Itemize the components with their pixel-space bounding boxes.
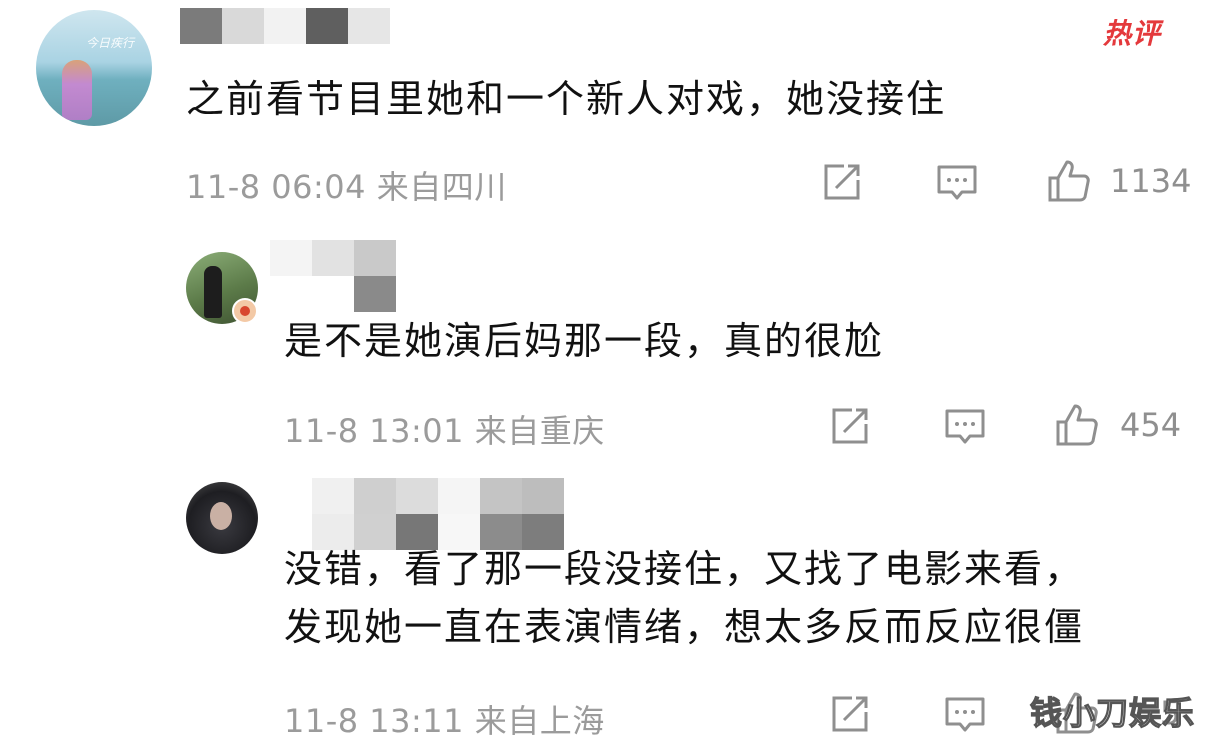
username-redacted-2 [354, 276, 396, 312]
comment-text: 之前看节目里她和一个新人对戏，她没接住 [186, 70, 946, 128]
comment-text: 是不是她演后妈那一段，真的很尬 [284, 312, 884, 370]
comment-location: 来自重庆 [474, 412, 605, 450]
comment-meta: 11-8 13:01 来自重庆 [284, 406, 605, 452]
avatar-figure [204, 266, 222, 318]
share-button[interactable] [822, 162, 862, 206]
share-button[interactable] [830, 406, 870, 450]
comment-meta: 11-8 13:11 来自上海 [284, 696, 605, 742]
share-button[interactable] [830, 694, 870, 738]
share-icon [832, 696, 868, 732]
username-redacted[interactable] [270, 240, 396, 276]
comment-text-line: 没错，看了那一段没接住，又找了电影来看， [284, 547, 1085, 591]
verified-badge-icon [232, 298, 258, 324]
comment-text-line: 之前看节目里她和一个新人对戏，她没接住 [186, 77, 947, 121]
username-redacted[interactable] [312, 478, 564, 514]
comment-icon [945, 409, 985, 444]
reply-button[interactable] [944, 406, 986, 452]
source-watermark: 钱小刀娱乐 [1029, 693, 1196, 732]
avatar[interactable]: 今日疾行 [36, 10, 152, 126]
avatar[interactable] [186, 482, 258, 554]
like-icon [1056, 404, 1098, 446]
comment-time: 11-8 13:11 [284, 702, 465, 740]
like-icon [1048, 160, 1090, 202]
avatar-figure [62, 60, 92, 120]
share-icon [832, 408, 868, 444]
share-icon [824, 164, 860, 200]
avatar-figure [210, 502, 232, 530]
comment-time: 11-8 06:04 [186, 168, 367, 206]
reply-button[interactable] [944, 694, 986, 740]
comment-text-line: 发现她一直在表演情绪，想太多反而反应很僵 [284, 605, 1085, 649]
comment-icon [937, 165, 977, 200]
comment-text: 没错，看了那一段没接住，又找了电影来看， 发现她一直在表演情绪，想太多反而反应很… [284, 540, 1084, 656]
like-button[interactable] [1054, 402, 1100, 452]
comment-meta: 11-8 06:04 来自四川 [186, 162, 507, 208]
username-redacted[interactable] [180, 8, 432, 44]
like-count: 454 [1120, 406, 1182, 444]
comment-time: 11-8 13:01 [284, 412, 465, 450]
avatar-caption: 今日疾行 [86, 36, 135, 50]
like-button[interactable] [1046, 158, 1092, 208]
comment-location: 来自四川 [376, 168, 507, 206]
comment-item: 是不是她演后妈那一段，真的很尬 11-8 13:01 来自重庆 454 [0, 232, 1220, 472]
comment-item: 今日疾行 之前看节目里她和一个新人对戏，她没接住 11-8 06:04 来自四川… [0, 0, 1220, 230]
reply-button[interactable] [936, 162, 978, 208]
comment-location: 来自上海 [474, 702, 605, 740]
comment-icon [945, 697, 985, 732]
comment-text-line: 是不是她演后妈那一段，真的很尬 [284, 319, 885, 363]
like-count: 1134 [1110, 162, 1192, 200]
